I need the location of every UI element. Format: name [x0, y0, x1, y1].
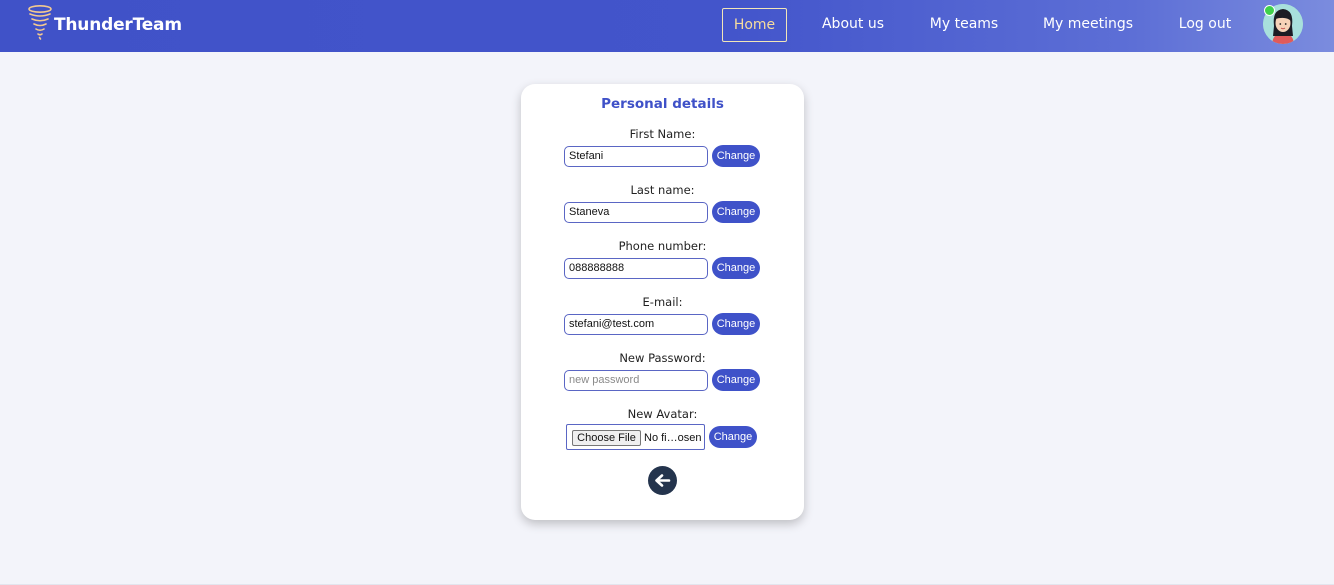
new-avatar-label: New Avatar: [627, 407, 698, 421]
change-avatar-button[interactable]: Change [709, 426, 757, 448]
phone-number-label: Phone number: [618, 239, 707, 253]
tornado-icon [28, 4, 52, 40]
file-name-text: No fi…osen [644, 432, 702, 444]
choose-file-button[interactable]: Choose File [572, 430, 641, 446]
nav-log-out[interactable]: Log out [1166, 8, 1244, 42]
nav-home[interactable]: Home [722, 8, 787, 42]
new-password-input[interactable]: new password [564, 370, 708, 391]
nav-my-teams[interactable]: My teams [918, 8, 1010, 42]
last-name-label: Last name: [630, 183, 695, 197]
personal-details-card: Personal details First Name: Stefani Cha… [521, 84, 804, 520]
arrow-left-icon [655, 474, 671, 487]
email-input[interactable]: stefani@test.com [564, 314, 708, 335]
first-name-label: First Name: [629, 127, 696, 141]
nav-about-us[interactable]: About us [806, 8, 900, 42]
avatar-file-input[interactable]: Choose File No fi…osen [566, 424, 705, 450]
back-button[interactable] [648, 466, 677, 495]
card-title: Personal details [601, 96, 724, 112]
brand-name: ThunderTeam [54, 15, 182, 35]
navbar: ThunderTeam Home About us My teams My me… [0, 0, 1334, 52]
first-name-input[interactable]: Stefani [564, 146, 708, 167]
change-email-button[interactable]: Change [712, 313, 760, 335]
change-last-name-button[interactable]: Change [712, 201, 760, 223]
change-password-button[interactable]: Change [712, 369, 760, 391]
last-name-input[interactable]: Staneva [564, 202, 708, 223]
brand[interactable]: ThunderTeam [26, 2, 182, 42]
change-first-name-button[interactable]: Change [712, 145, 760, 167]
phone-number-input[interactable]: 088888888 [564, 258, 708, 279]
change-phone-number-button[interactable]: Change [712, 257, 760, 279]
new-password-label: New Password: [619, 351, 706, 365]
nav-my-meetings[interactable]: My meetings [1030, 8, 1146, 42]
online-status-dot [1264, 5, 1275, 16]
email-label: E-mail: [642, 295, 683, 309]
